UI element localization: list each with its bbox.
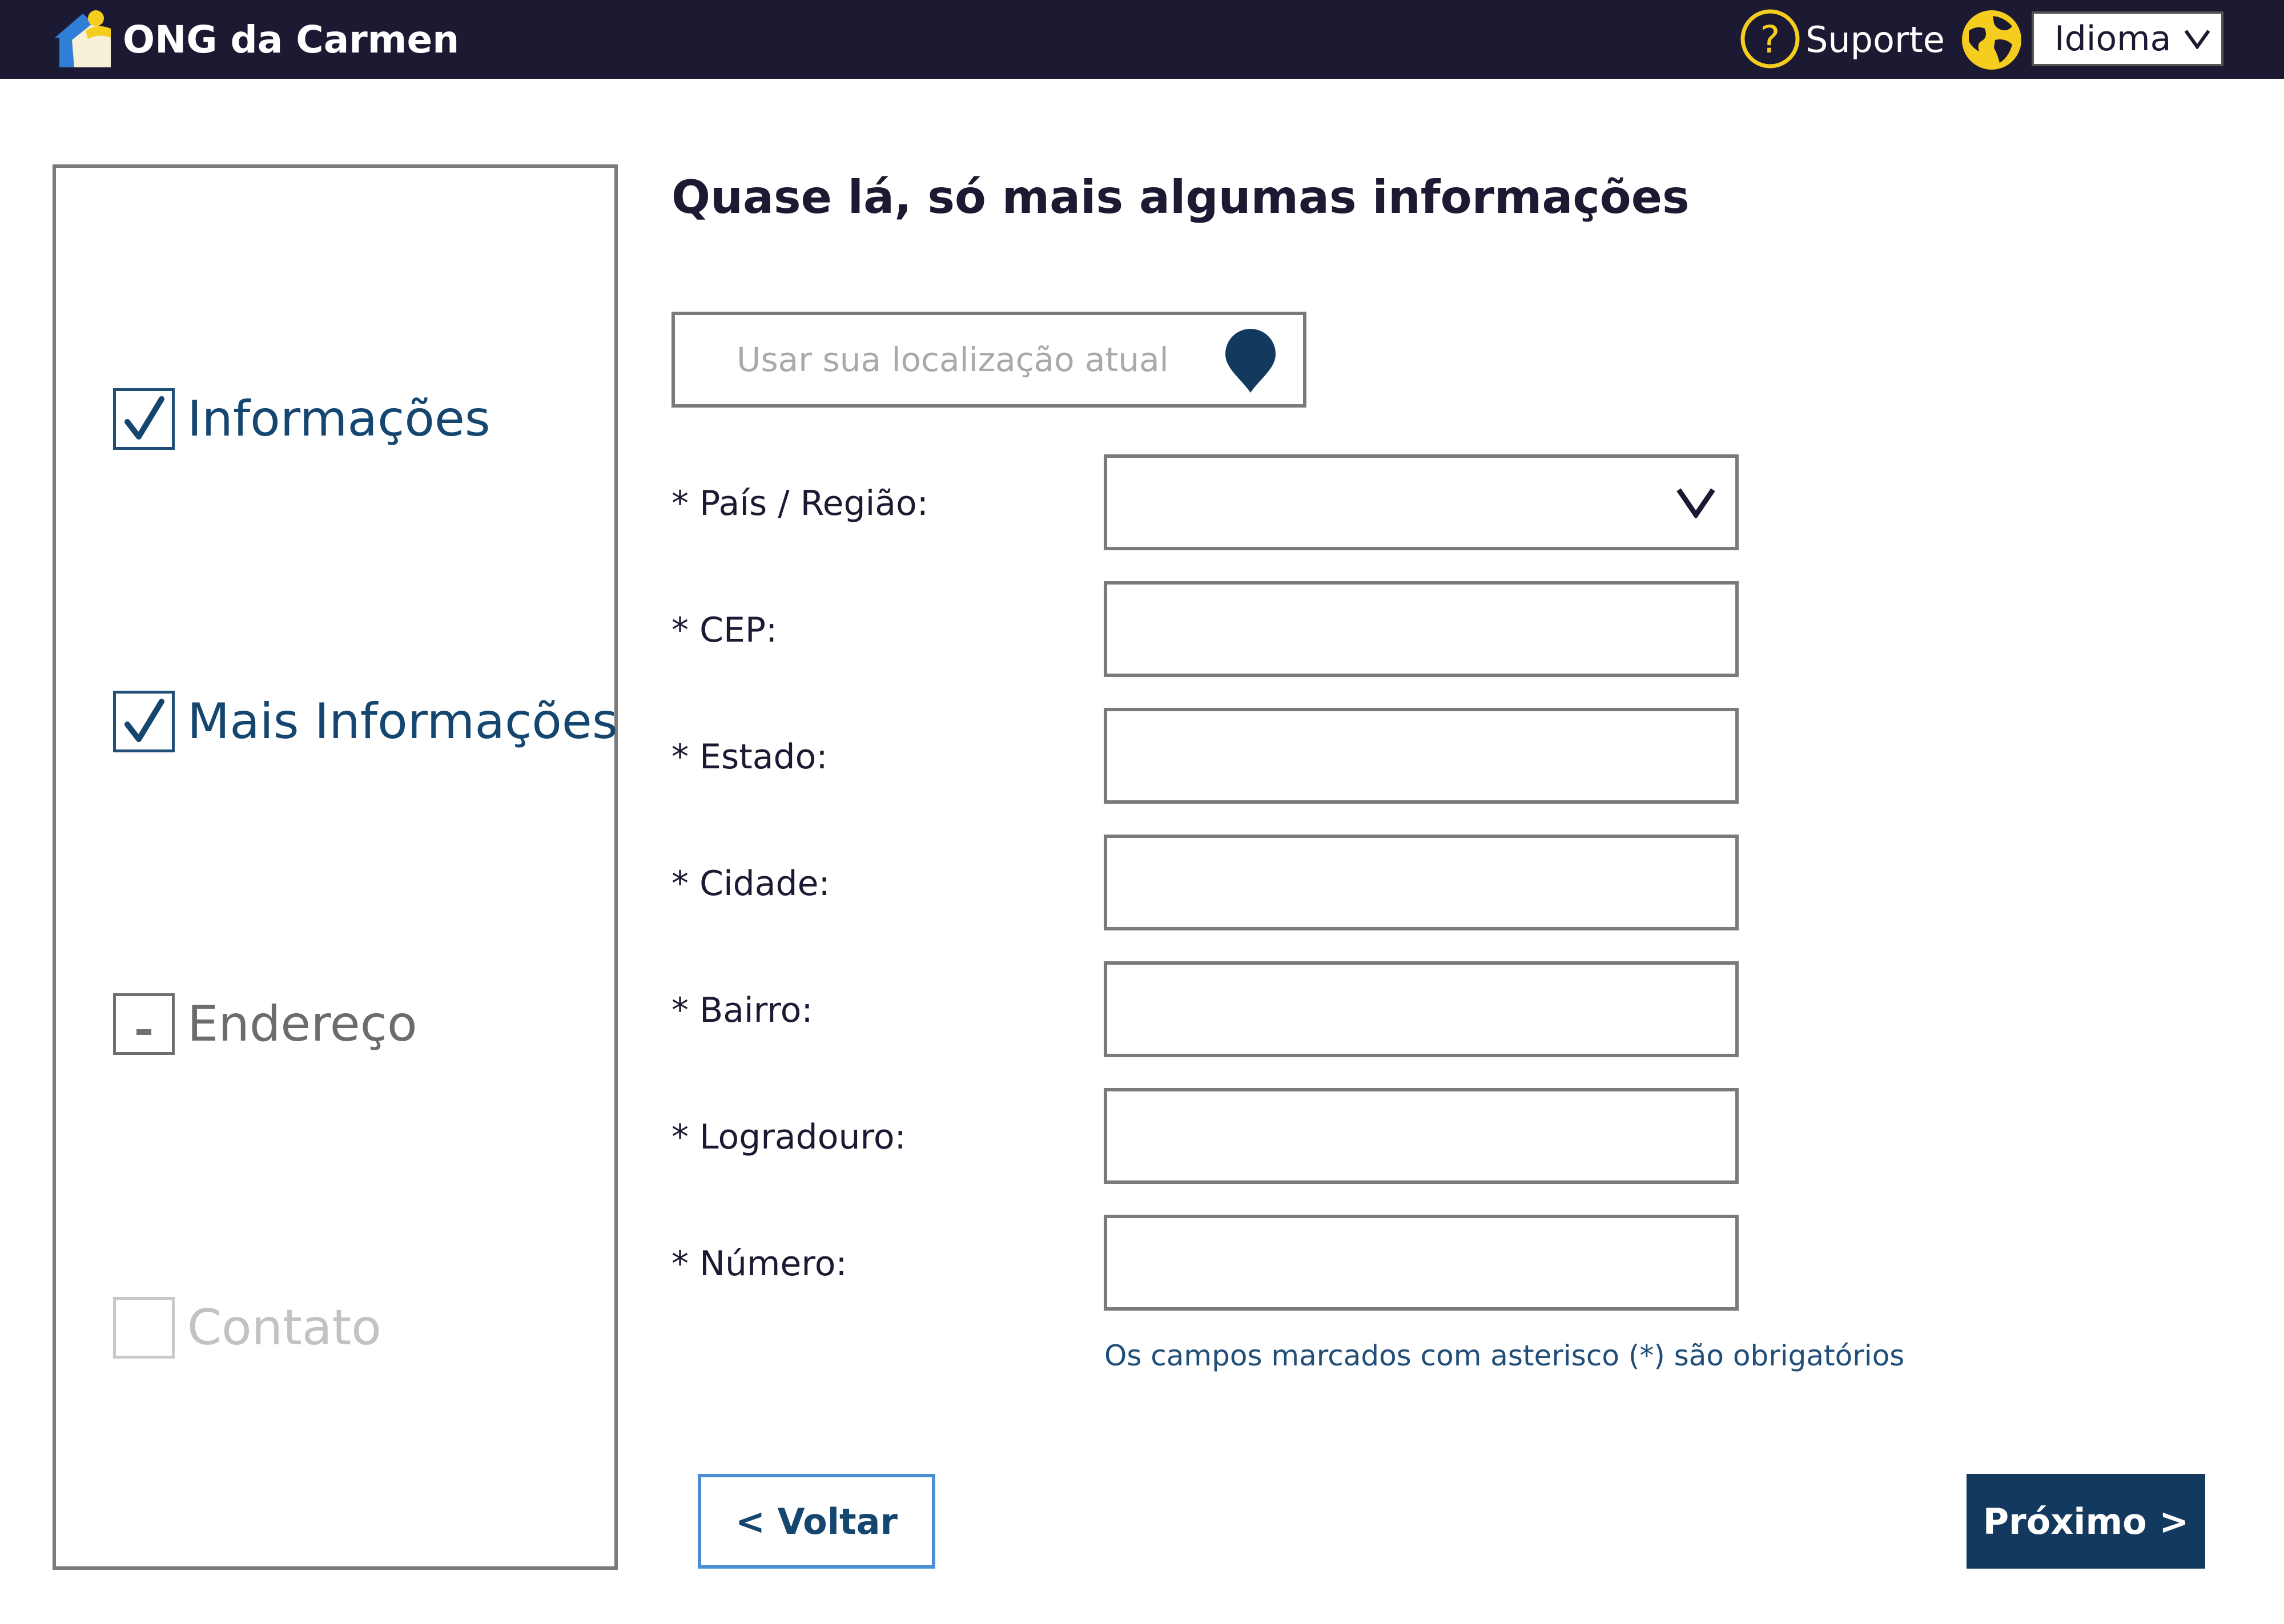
chevron-down-icon (2184, 30, 2210, 49)
city-input[interactable] (1104, 835, 1739, 930)
step-checkbox (113, 388, 175, 450)
country-select[interactable] (1104, 454, 1739, 550)
location-placeholder: Usar sua localização atual (737, 340, 1169, 379)
number-label: * Número: (671, 1244, 847, 1284)
street-input[interactable] (1104, 1088, 1739, 1184)
dash-icon (136, 1029, 151, 1035)
language-select[interactable]: Idioma (2032, 11, 2223, 66)
progress-stepper: Informações Mais Informações Endereço Co… (53, 164, 618, 1570)
street-label: * Logradouro: (671, 1117, 906, 1157)
help-circle-icon[interactable]: ? (1739, 8, 1801, 70)
step-checkbox (113, 1297, 175, 1359)
step-label: Mais Informações (187, 693, 618, 750)
step-checkbox (113, 993, 175, 1055)
neighborhood-label: * Bairro: (671, 990, 813, 1030)
check-icon (124, 699, 164, 742)
top-bar: ONG da Carmen ? Suporte Idioma (0, 0, 2284, 79)
check-icon (124, 396, 164, 440)
step-checkbox (113, 691, 175, 752)
svg-text:?: ? (1760, 18, 1780, 62)
next-button[interactable]: Próximo > (1967, 1474, 2205, 1569)
home-logo-icon[interactable] (51, 8, 114, 71)
neighborhood-input[interactable] (1104, 961, 1739, 1057)
number-input[interactable] (1104, 1215, 1739, 1311)
globe-icon[interactable] (1960, 8, 2024, 72)
state-input[interactable] (1104, 708, 1739, 804)
required-fields-note: Os campos marcados com asterisco (*) são… (1104, 1339, 1905, 1372)
language-label: Idioma (2054, 19, 2172, 59)
step-label: Endereço (187, 996, 417, 1053)
cep-input[interactable] (1104, 581, 1739, 677)
step-label: Informações (187, 390, 490, 448)
cep-label: * CEP: (671, 610, 778, 650)
country-label: * País / Região: (671, 483, 928, 523)
back-button[interactable]: < Voltar (698, 1474, 935, 1569)
location-pin-icon (1225, 329, 1276, 393)
state-label: * Estado: (671, 737, 828, 777)
chevron-down-icon (1676, 488, 1715, 518)
page-title: Quase lá, só mais algumas informações (671, 171, 1690, 224)
step-label: Contato (187, 1299, 381, 1356)
support-link[interactable]: Suporte (1806, 16, 1945, 64)
brand-name[interactable]: ONG da Carmen (123, 16, 459, 64)
use-location-button[interactable]: Usar sua localização atual (671, 312, 1306, 408)
city-label: * Cidade: (671, 864, 830, 904)
